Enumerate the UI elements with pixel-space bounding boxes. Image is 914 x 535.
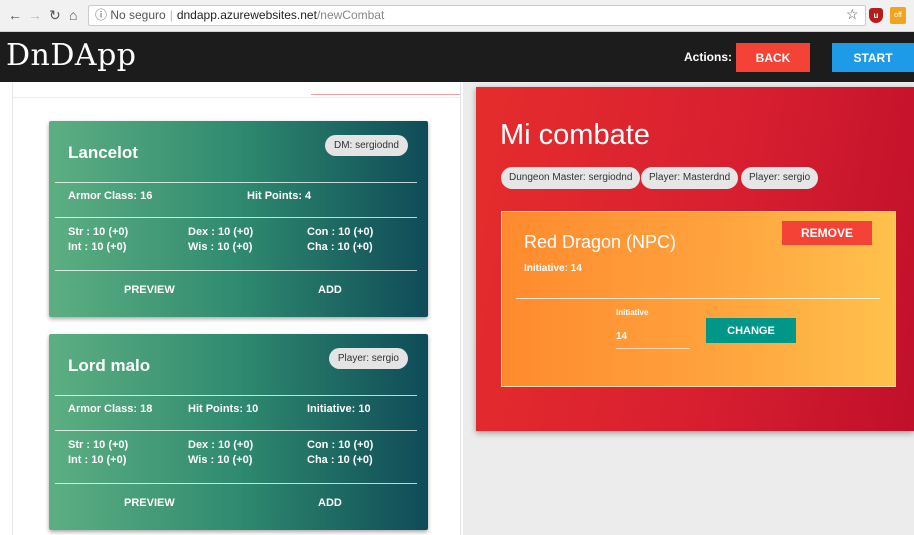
stat-int: Int : 10 (+0) [68,454,127,466]
extension-icon[interactable]: off [890,7,906,24]
url-host: dndapp.azurewebsites.net [176,8,317,22]
browser-toolbar: ← → ↻ ⌂ ⓘ No seguro | dndapp.azurewebsites… [0,0,914,32]
card-divider [55,430,417,431]
preview-button[interactable]: PREVIEW [124,497,175,509]
forward-arrow-icon[interactable]: → [28,6,42,24]
initiative: Initiative: 10 [307,403,371,415]
combat-title: Mi combate [500,119,650,151]
panel-divider [13,97,460,98]
combatant-name: Red Dragon (NPC) [524,232,677,252]
url-separator: | [169,8,173,22]
armor-class: Armor Class: 16 [68,190,153,202]
character-card: Lancelot DM: sergiodnd Armor Class: 16 H… [49,121,428,317]
actions-label: Actions: [684,50,732,64]
owner-badge: Player: sergio [328,348,408,369]
address-bar[interactable]: ⓘ No seguro | dndapp.azurewebsites.net/new… [88,5,866,26]
bookmark-star-icon[interactable]: ☆ [846,6,859,23]
participant-chip: Player: sergio [741,167,819,189]
card-divider [55,217,417,218]
card-divider [55,395,417,396]
stat-cha: Cha : 10 (+0) [307,454,373,466]
preview-button[interactable]: PREVIEW [124,284,175,296]
hit-points: Hit Points: 10 [188,403,259,415]
add-button[interactable]: ADD [318,284,342,296]
participant-chip: Player: Masterdnd [641,167,739,189]
card-divider [516,298,880,299]
home-icon[interactable]: ⌂ [69,6,77,24]
combatant-card: Red Dragon (NPC) Initiative: 14 REMOVE I… [501,211,896,387]
start-button[interactable]: START [832,43,914,72]
card-divider [55,270,417,271]
stat-str: Str : 10 (+0) [68,439,129,451]
participant-chip: Dungeon Master: sergiodnd [501,167,641,189]
stat-wis: Wis : 10 (+0) [188,454,253,466]
app-header: DnDApp Actions: BACK START [0,32,914,82]
change-button[interactable]: CHANGE [706,318,796,343]
character-name: Lancelot [68,143,138,162]
initiative-input[interactable] [616,325,690,349]
initiative-field-label: Initiative [616,308,649,317]
stat-dex: Dex : 10 (+0) [188,226,254,238]
stat-str: Str : 10 (+0) [68,226,129,238]
remove-button[interactable]: REMOVE [782,221,872,245]
stat-dex: Dex : 10 (+0) [188,439,254,451]
hit-points: Hit Points: 4 [247,190,312,202]
reload-icon[interactable]: ↻ [49,6,61,24]
character-card: Lord malo Player: sergio Armor Class: 18… [49,334,428,530]
add-button[interactable]: ADD [318,497,342,509]
tab-indicator [311,94,460,95]
stat-con: Con : 10 (+0) [307,226,374,238]
card-divider [55,182,417,183]
stat-con: Con : 10 (+0) [307,439,374,451]
combatant-initiative: Initiative: 14 [524,263,582,274]
back-arrow-icon[interactable]: ← [8,6,22,24]
ublock-extension-icon[interactable]: u [869,8,883,23]
app-logo[interactable]: DnDApp [6,32,137,82]
characters-panel: Lancelot DM: sergiodnd Armor Class: 16 H… [12,82,461,535]
combat-panel: Mi combate Dungeon Master: sergiodnd Pla… [476,87,914,431]
character-name: Lord malo [68,356,151,375]
owner-badge: DM: sergiodnd [324,135,408,156]
stat-int: Int : 10 (+0) [68,241,127,253]
back-button[interactable]: BACK [736,43,810,72]
armor-class: Armor Class: 18 [68,403,153,415]
card-divider [55,483,417,484]
url-path: /newCombat [316,8,385,22]
security-indicator[interactable]: ⓘ No seguro [95,8,166,22]
stat-wis: Wis : 10 (+0) [188,241,253,253]
stat-cha: Cha : 10 (+0) [307,241,373,253]
